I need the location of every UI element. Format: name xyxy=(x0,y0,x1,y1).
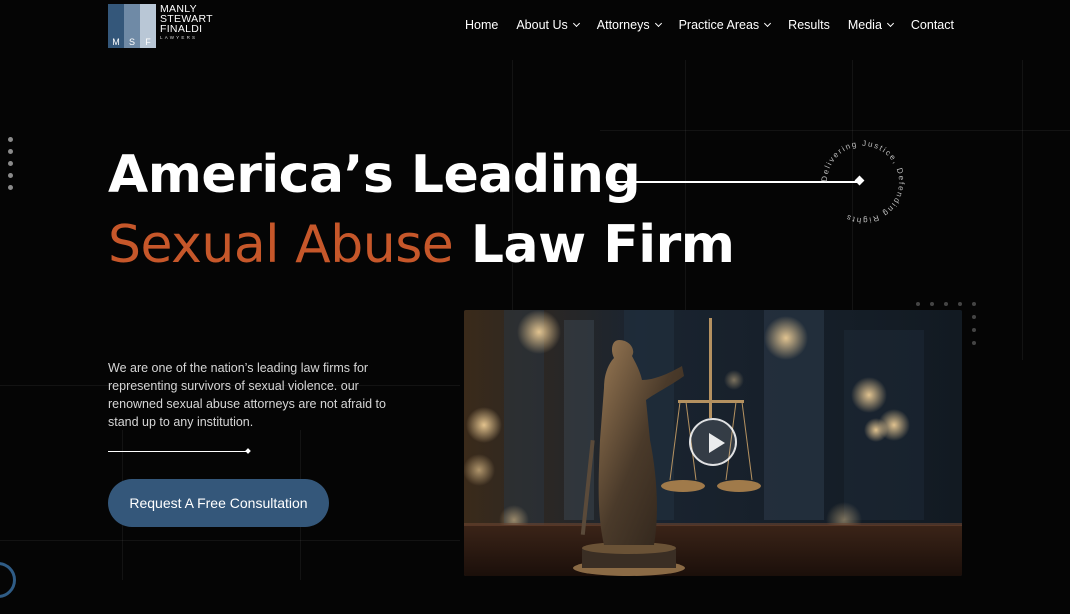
nav-label: Attorneys xyxy=(596,18,650,32)
logo-wordmark: MANLY STEWART FINALDI LAWYERS xyxy=(160,4,213,48)
accessibility-widget-button[interactable] xyxy=(0,562,16,598)
nav-item-results[interactable]: Results xyxy=(788,18,830,32)
circular-text-badge: Delivering Justice, Defending Rights xyxy=(820,139,906,225)
heading-accent: Sexual Abuse xyxy=(108,215,454,275)
badge-text: Delivering Justice, Defending Rights xyxy=(820,139,905,225)
paragraph-divider-line xyxy=(108,451,248,452)
play-video-button[interactable] xyxy=(689,418,737,466)
svg-text:Delivering Justice, Defending: Delivering Justice, Defending Rights xyxy=(820,139,906,225)
nav-item-contact[interactable]: Contact xyxy=(911,18,954,32)
play-icon xyxy=(709,433,725,453)
chevron-down-icon xyxy=(886,19,894,27)
logo-letter: F xyxy=(145,37,151,47)
bg-grid-line xyxy=(600,130,1070,131)
chevron-down-icon xyxy=(654,19,662,27)
chevron-down-icon xyxy=(764,19,772,27)
logo-bar-s: S xyxy=(124,4,140,48)
logo-letter: M xyxy=(112,37,120,47)
nav-label: Practice Areas xyxy=(678,18,760,32)
chevron-down-icon xyxy=(572,19,580,27)
nav-label: Contact xyxy=(910,18,954,32)
main-nav: Home About Us Attorneys Practice Areas R… xyxy=(465,18,972,32)
hero-description: We are one of the nation’s leading law f… xyxy=(108,361,386,429)
nav-item-attorneys[interactable]: Attorneys xyxy=(596,18,662,32)
logo-line: FINALDI xyxy=(160,23,203,35)
logo-bar-f: F xyxy=(140,4,156,48)
nav-label: Media xyxy=(847,18,882,32)
logo-bar-m: M xyxy=(108,4,124,48)
bg-grid-line xyxy=(1022,60,1023,360)
nav-label: Results xyxy=(788,18,830,32)
nav-item-practice-areas[interactable]: Practice Areas xyxy=(678,18,772,32)
nav-item-home[interactable]: Home xyxy=(465,18,498,32)
diamond-icon xyxy=(245,448,251,454)
bg-grid-line xyxy=(0,540,460,541)
heading-rest: Law Firm xyxy=(470,215,735,275)
logo-mark: M S F xyxy=(108,4,156,48)
nav-item-about-us[interactable]: About Us xyxy=(516,18,580,32)
free-consultation-button[interactable]: Request A Free Consultation xyxy=(108,479,329,527)
heading-line-1: America’s Leading xyxy=(108,145,641,205)
nav-label: About Us xyxy=(516,18,568,32)
decorative-dots xyxy=(8,137,13,197)
logo-letter: S xyxy=(128,37,135,47)
nav-label: Home xyxy=(465,18,499,32)
hero-heading: America’s Leading Sexual Abuse Law Firm xyxy=(108,140,735,280)
site-logo[interactable]: M S F MANLY STEWART FINALDI LAWYERS xyxy=(108,4,213,48)
nav-item-media[interactable]: Media xyxy=(847,18,894,32)
logo-tagline: LAWYERS xyxy=(160,35,198,40)
